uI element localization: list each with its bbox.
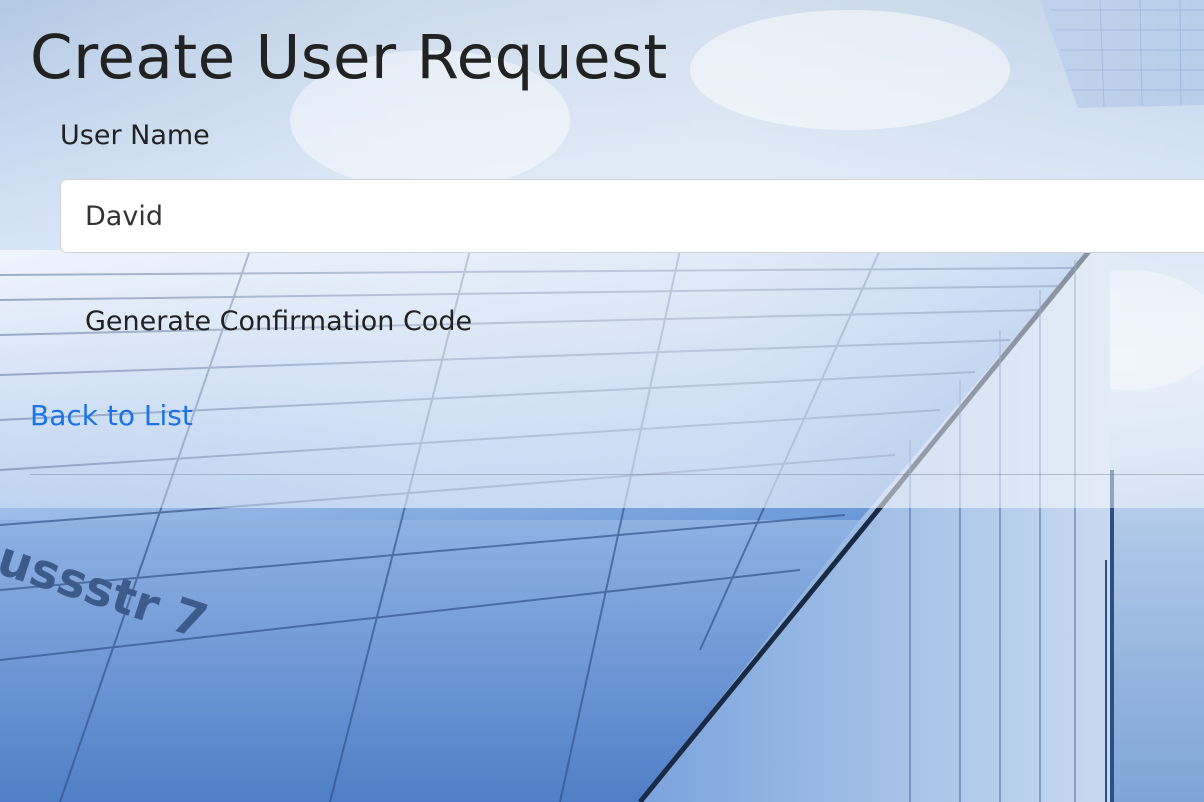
back-to-list-link[interactable]: Back to List: [30, 399, 193, 432]
generate-confirmation-code-button[interactable]: Generate Confirmation Code: [60, 296, 497, 347]
content-panel: Create User Request User Name Generate C…: [0, 0, 1204, 508]
page-title: Create User Request: [30, 22, 668, 93]
user-name-label: User Name: [60, 120, 210, 151]
user-name-input[interactable]: [60, 179, 1204, 253]
divider: [30, 474, 1204, 475]
